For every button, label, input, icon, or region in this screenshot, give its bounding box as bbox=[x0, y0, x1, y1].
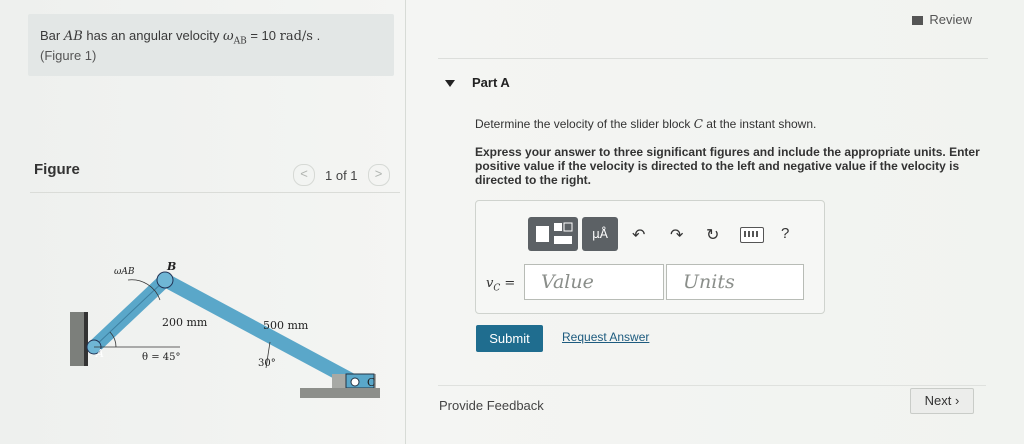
problem-text-part: = 10 bbox=[246, 28, 280, 43]
review-icon bbox=[912, 16, 924, 26]
ground bbox=[300, 388, 380, 398]
pin-b bbox=[156, 271, 174, 289]
keyboard-icon[interactable] bbox=[740, 227, 764, 243]
label-a: A bbox=[95, 347, 104, 360]
label-equals: = bbox=[500, 276, 516, 291]
answer-instructions: Express your answer to three significant… bbox=[475, 145, 980, 187]
review-link[interactable]: Review bbox=[912, 12, 972, 27]
pane-divider[interactable] bbox=[405, 0, 406, 444]
length-bc-label: 500 mm bbox=[263, 319, 309, 332]
redo-icon[interactable]: ↷ bbox=[670, 225, 683, 245]
problem-text-part: . bbox=[312, 28, 321, 43]
question-part: Determine the velocity of the slider blo… bbox=[475, 117, 694, 131]
pager-count: 1 of 1 bbox=[325, 167, 358, 183]
bar-name: AB bbox=[63, 29, 83, 44]
question-part: at the instant shown. bbox=[702, 117, 817, 131]
question-variable: C bbox=[693, 117, 703, 131]
provide-feedback-link[interactable]: Provide Feedback bbox=[439, 398, 544, 413]
problem-statement-box: Bar AB has an angular velocity ωAB = 10 … bbox=[28, 14, 394, 76]
divider bbox=[438, 385, 986, 386]
problem-text-part: has an angular velocity bbox=[82, 28, 223, 43]
divider bbox=[30, 192, 400, 193]
vc-label: vC = bbox=[486, 276, 515, 294]
figure-pager: <1 of 1 > bbox=[293, 164, 390, 186]
request-answer-link[interactable]: Request Answer bbox=[562, 330, 649, 344]
label-b: B bbox=[166, 260, 176, 273]
next-button[interactable]: Next › bbox=[910, 388, 974, 414]
figure-link[interactable]: (Figure 1) bbox=[40, 48, 96, 63]
template-icon bbox=[536, 222, 573, 244]
reset-icon[interactable]: ↻ bbox=[706, 225, 719, 245]
omega-label: ωAB bbox=[114, 267, 135, 277]
theta-label: θ = 45° bbox=[142, 352, 180, 363]
value-input[interactable]: Value bbox=[524, 264, 664, 300]
omega-symbol: ω bbox=[223, 29, 234, 44]
omega-subscript: AB bbox=[233, 36, 247, 47]
pin-c bbox=[350, 377, 360, 387]
help-icon[interactable]: ? bbox=[781, 225, 789, 242]
part-a-header[interactable]: Part A bbox=[445, 75, 510, 90]
review-label: Review bbox=[929, 12, 972, 27]
submit-button[interactable]: Submit bbox=[476, 325, 543, 352]
undo-icon[interactable]: ↶ bbox=[632, 225, 645, 245]
units-input[interactable]: Units bbox=[666, 264, 804, 300]
divider bbox=[438, 58, 988, 59]
wall-edge bbox=[84, 312, 88, 366]
part-title: Part A bbox=[472, 75, 510, 90]
question-text: Determine the velocity of the slider blo… bbox=[475, 117, 816, 131]
wall-support bbox=[70, 312, 84, 366]
unit-text: rad/s bbox=[279, 29, 313, 44]
units-button[interactable]: μÅ bbox=[582, 217, 618, 251]
problem-text: Bar AB has an angular velocity ωAB = 10 … bbox=[40, 28, 320, 47]
answer-box: μÅ ↶ ↷ ↻ ? vC = Value Units bbox=[475, 200, 825, 314]
figure-title: Figure bbox=[34, 161, 80, 178]
problem-text-part: Bar bbox=[40, 28, 64, 43]
pager-prev-button[interactable]: < bbox=[293, 164, 315, 186]
collapse-triangle-icon bbox=[445, 80, 455, 88]
length-ab-label: 200 mm bbox=[162, 316, 208, 329]
template-button[interactable] bbox=[528, 217, 578, 251]
pager-next-button[interactable]: > bbox=[367, 164, 390, 186]
left-pane: Bar AB has an angular velocity ωAB = 10 … bbox=[0, 0, 405, 444]
angle-label: 30° bbox=[258, 358, 276, 369]
label-c: C bbox=[367, 376, 375, 389]
mechanism-figure: ωAB B A C 200 mm 500 mm θ = 45° 30° bbox=[70, 260, 380, 398]
